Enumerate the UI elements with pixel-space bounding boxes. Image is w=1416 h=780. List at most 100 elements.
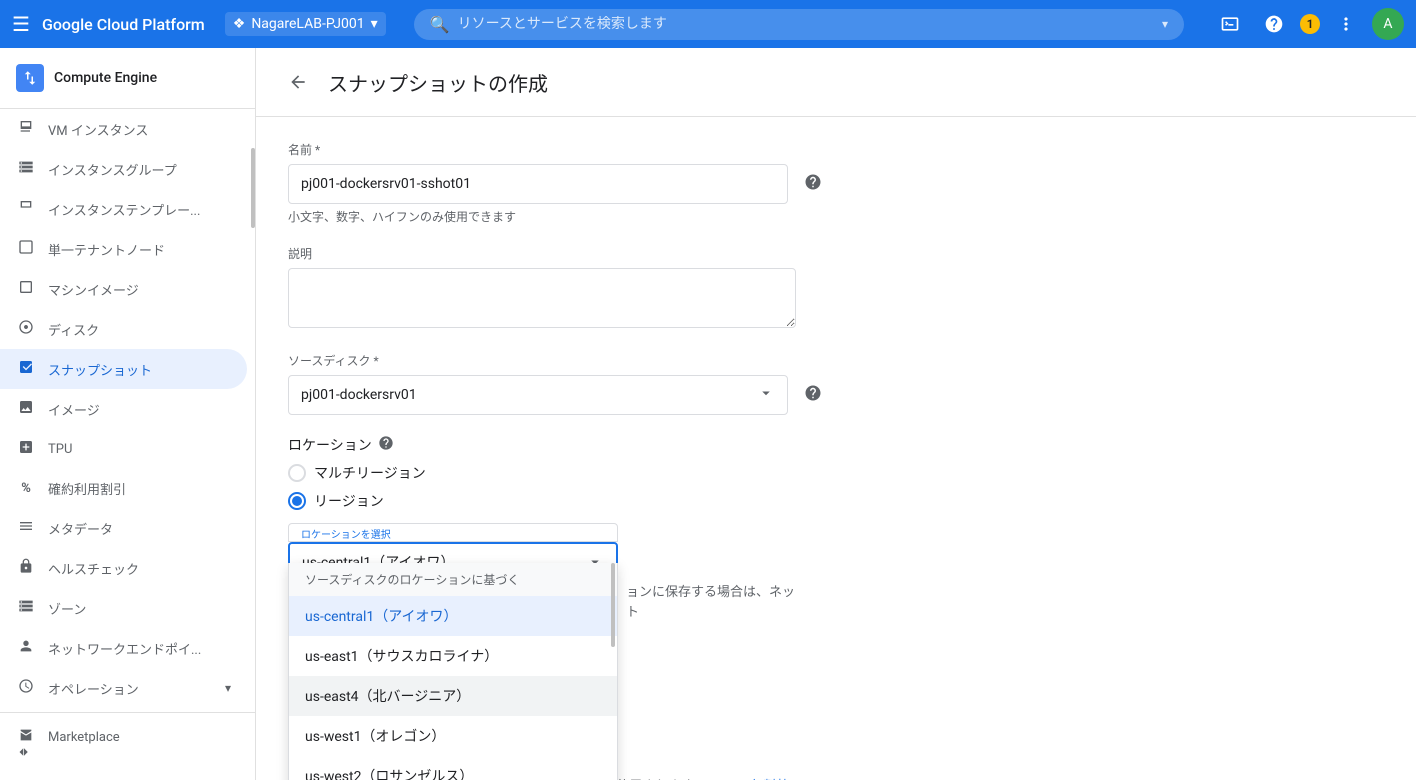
dropdown-item-us-west1[interactable]: us-west1（オレゴン） (289, 716, 617, 756)
zones-icon (16, 598, 36, 618)
location-help-icon[interactable] (378, 435, 394, 455)
multiregion-radio-circle (288, 464, 306, 482)
sidebar: Compute Engine VM インスタンス インスタンスグループ インスタ… (0, 48, 256, 780)
menu-icon[interactable]: ☰ (12, 12, 30, 36)
sidebar-item-label: Marketplace (48, 730, 231, 745)
more-icon-btn[interactable] (1328, 6, 1364, 42)
app-layout: Compute Engine VM インスタンス インスタンスグループ インスタ… (0, 48, 1416, 780)
source-disk-selector[interactable]: pj001-dockersrv01 (288, 375, 788, 415)
main-content: スナップショットの作成 名前 * 小文字、数字、ハイフンのみ使用できます 説明 (256, 48, 1416, 780)
dropdown-item-us-central1[interactable]: us-central1（アイオワ） (289, 596, 617, 636)
source-disk-help-icon[interactable] (804, 384, 822, 406)
images-icon (16, 399, 36, 419)
committed-use-icon: % (16, 481, 36, 496)
multiregion-radio[interactable]: マルチリージョン (288, 463, 1084, 483)
sidebar-item-label: TPU (48, 442, 231, 457)
location-info-text: ョンに保存する場合は、ネット (626, 583, 795, 622)
user-avatar[interactable]: A (1372, 8, 1404, 40)
search-input[interactable] (458, 16, 1154, 32)
sidebar-item-operations[interactable]: オペレーション ▾ (0, 668, 247, 708)
help-icon-btn[interactable] (1256, 6, 1292, 42)
app-logo: Google Cloud Platform (42, 15, 205, 34)
search-expand-icon: ▾ (1162, 17, 1168, 31)
name-label: 名前 * (288, 141, 1084, 158)
region-radio-dot (292, 496, 302, 506)
sidebar-item-machine-images[interactable]: マシンイメージ (0, 269, 247, 309)
source-disk-value: pj001-dockersrv01 (301, 387, 757, 403)
sidebar-header: Compute Engine (0, 48, 255, 109)
region-radio[interactable]: リージョン (288, 491, 1084, 511)
location-radio-group: マルチリージョン リージョン (288, 463, 1084, 511)
scrollbar[interactable] (251, 148, 255, 228)
sidebar-item-label: スナップショット (48, 360, 231, 379)
location-section: ロケーション マルチリージョン リージョン (288, 435, 1084, 622)
name-hint: 小文字、数字、ハイフンのみ使用できます (288, 208, 1084, 225)
dropdown-group-label: ソースディスクのロケーションに基づく (289, 563, 617, 596)
sidebar-item-metadata[interactable]: メタデータ (0, 508, 247, 548)
search-icon: 🔍 (430, 15, 450, 34)
sidebar-item-health-checks[interactable]: ヘルスチェック (0, 548, 247, 588)
sidebar-item-committed-use[interactable]: % 確約利用割引 (0, 469, 247, 508)
sidebar-item-label: 確約利用割引 (48, 479, 231, 498)
dropdown-item-us-east4[interactable]: us-east4（北バージニア） (289, 676, 617, 716)
back-button[interactable] (280, 64, 316, 100)
dropdown-item-us-east1[interactable]: us-east1（サウスカロライナ） (289, 636, 617, 676)
top-header: ☰ Google Cloud Platform ❖ NagareLAB-PJ00… (0, 0, 1416, 48)
sidebar-item-label: インスタンスグループ (48, 160, 231, 179)
search-bar[interactable]: 🔍 ▾ (414, 9, 1184, 40)
sidebar-item-tpu[interactable]: TPU (0, 429, 247, 469)
terminal-icon-btn[interactable] (1212, 6, 1248, 42)
dropdown-item-us-west2[interactable]: us-west2（ロサンゼルス） (289, 756, 617, 780)
location-label: ロケーション (288, 435, 1084, 455)
machine-images-icon (16, 279, 36, 299)
location-dropdown-menu: ソースディスクのロケーションに基づく us-central1（アイオワ） us-… (288, 563, 618, 780)
name-help-icon[interactable] (804, 173, 822, 195)
notification-badge[interactable]: 1 (1300, 14, 1320, 34)
sidebar-item-label: イメージ (48, 400, 231, 419)
sidebar-item-label: 単一テナントノード (48, 240, 231, 259)
instance-groups-icon (16, 159, 36, 179)
sidebar-divider (0, 712, 255, 713)
sidebar-item-sole-tenant[interactable]: 単一テナントノード (0, 229, 247, 269)
sidebar-item-snapshots[interactable]: スナップショット (0, 349, 247, 389)
disks-icon (16, 319, 36, 339)
sidebar-item-label: インスタンステンプレー... (48, 200, 231, 219)
source-disk-label: ソースディスク * (288, 352, 1084, 369)
location-select-label: ロケーションを選択 (288, 523, 618, 542)
sidebar-item-vm-instances[interactable]: VM インスタンス (0, 109, 247, 149)
vm-instances-icon (16, 119, 36, 139)
sidebar-item-label: ヘルスチェック (48, 559, 231, 578)
project-selector[interactable]: ❖ NagareLAB-PJ001 ▾ (225, 12, 386, 36)
tpu-icon (16, 439, 36, 459)
sidebar-item-network-endpoints[interactable]: ネットワークエンドポイ... (0, 628, 247, 668)
sidebar-item-instance-templates[interactable]: インスタンステンプレー... (0, 189, 247, 229)
sidebar-item-zones[interactable]: ゾーン (0, 588, 247, 628)
sidebar-item-label: ネットワークエンドポイ... (48, 639, 231, 658)
compute-engine-icon (16, 64, 44, 92)
dropdown-scrollbar (611, 563, 615, 647)
snapshots-icon (16, 359, 36, 379)
metadata-icon (16, 518, 36, 538)
health-checks-icon (16, 558, 36, 578)
sidebar-item-label: ディスク (48, 320, 231, 339)
header-icons: 1 A (1212, 6, 1404, 42)
page-header: スナップショットの作成 (256, 48, 1416, 117)
name-input[interactable] (301, 176, 775, 192)
sidebar-item-images[interactable]: イメージ (0, 389, 247, 429)
page-title: スナップショットの作成 (328, 68, 548, 97)
sidebar-collapse-btn[interactable] (8, 736, 40, 768)
sidebar-item-label: ゾーン (48, 599, 231, 618)
sidebar-item-instance-groups[interactable]: インスタンスグループ (0, 149, 247, 189)
sidebar-title: Compute Engine (54, 70, 157, 86)
description-input[interactable] (288, 268, 796, 328)
source-disk-arrow-icon (757, 384, 775, 406)
sidebar-item-disks[interactable]: ディスク (0, 309, 247, 349)
project-icon: ❖ (233, 16, 246, 32)
form-area: 名前 * 小文字、数字、ハイフンのみ使用できます 説明 ソースディスク (256, 117, 1116, 724)
sole-tenant-icon (16, 239, 36, 259)
name-input-wrapper (288, 164, 788, 204)
sidebar-item-label: VM インスタンス (48, 120, 231, 139)
network-endpoints-icon (16, 638, 36, 658)
description-label: 説明 (288, 245, 1084, 262)
project-name: NagareLAB-PJ001 (251, 16, 364, 32)
